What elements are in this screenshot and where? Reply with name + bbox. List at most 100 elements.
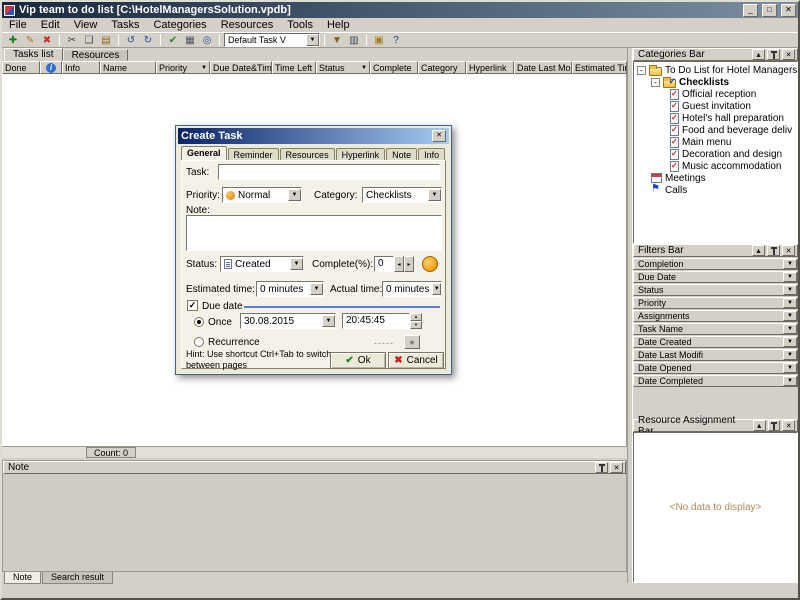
dialog-tab-resources[interactable]: Resources [280, 148, 335, 160]
priority-select[interactable]: Normal [222, 187, 302, 203]
close-icon[interactable] [782, 245, 795, 256]
maximize-button[interactable]: □ [762, 4, 777, 17]
default-task-combo[interactable]: Default Task V [224, 33, 320, 47]
smiley-icon[interactable] [422, 256, 438, 272]
recurrence-radio[interactable] [194, 337, 204, 347]
note-textarea[interactable] [186, 215, 442, 251]
tree-item-root[interactable]: To Do List for Hotel Managers 5 5 [634, 64, 797, 76]
filter-date-created[interactable]: Date Created [633, 336, 798, 348]
undo-icon[interactable]: ↺ [123, 33, 139, 47]
complete-task-icon[interactable]: ✔ [165, 33, 181, 47]
dialog-tab-hyperlink[interactable]: Hyperlink [336, 148, 386, 160]
due-date-checkbox[interactable] [187, 300, 198, 311]
task-input[interactable] [218, 164, 440, 180]
close-icon[interactable] [782, 420, 795, 431]
once-date-select[interactable]: 30.08.2015 [240, 313, 336, 329]
chevron-down-icon[interactable] [783, 285, 797, 295]
filter-assignments[interactable]: Assignments [633, 310, 798, 322]
collapse-icon[interactable] [651, 78, 660, 87]
collapse-icon[interactable] [752, 49, 765, 60]
filter-date-opened[interactable]: Date Opened [633, 362, 798, 374]
filter-date-completed[interactable]: Date Completed [633, 375, 798, 387]
tab-tasks-list[interactable]: Tasks list [4, 48, 63, 61]
close-icon[interactable] [782, 49, 795, 60]
chevron-down-icon[interactable] [783, 298, 797, 308]
tree-item-decoration-and-design[interactable]: Decoration and design [634, 148, 797, 160]
collapse-icon[interactable] [752, 245, 765, 256]
filter-date-last-modified[interactable]: Date Last Modifi [633, 349, 798, 361]
tab-resources[interactable]: Resources [63, 49, 129, 61]
filter-priority[interactable]: Priority [633, 297, 798, 309]
column-hyperlink[interactable]: Hyperlink [466, 61, 514, 74]
chevron-down-icon[interactable] [783, 324, 797, 334]
column-due-date[interactable]: Due Date&Tim▼ [210, 61, 272, 74]
menu-file[interactable]: File [2, 18, 34, 32]
column-complete[interactable]: Complete [370, 61, 418, 74]
dialog-tab-general[interactable]: General [181, 146, 227, 160]
chevron-down-icon[interactable] [288, 189, 301, 201]
once-radio[interactable] [194, 317, 204, 327]
spin-down-icon[interactable]: ▼ [410, 321, 422, 329]
recurrence-settings-icon[interactable]: ◆ [404, 335, 420, 349]
column-category[interactable]: Category [418, 61, 466, 74]
chevron-down-icon[interactable] [783, 311, 797, 321]
tab-note[interactable]: Note [4, 572, 41, 584]
minimize-button[interactable]: _ [743, 4, 758, 17]
chevron-down-icon[interactable] [783, 272, 797, 282]
column-estimated-time[interactable]: Estimated Time [572, 61, 627, 74]
dialog-close-button[interactable]: ✕ [432, 130, 446, 142]
status-select[interactable]: Created [220, 256, 304, 272]
complete-value[interactable]: 0 [374, 256, 394, 272]
ok-button[interactable]: ✔ Ok [330, 352, 386, 369]
find-icon[interactable]: ◎ [199, 33, 215, 47]
chevron-down-icon[interactable] [322, 315, 335, 327]
column-info-icon[interactable]: i [40, 61, 62, 74]
tree-item-food-and-beverage[interactable]: Food and beverage deliv [634, 124, 797, 136]
menu-view[interactable]: View [67, 18, 105, 32]
column-date-last-modified[interactable]: Date Last Mo▼ [514, 61, 572, 74]
collapse-icon[interactable] [753, 420, 766, 431]
cancel-button[interactable]: ✖ Cancel [388, 352, 444, 369]
new-task-icon[interactable]: ✚ [5, 33, 21, 47]
spin-up-icon[interactable]: ▲ [410, 313, 422, 321]
edit-task-icon[interactable]: ✎ [22, 33, 38, 47]
time-spinner[interactable]: ▲▼ [410, 313, 422, 329]
menu-tools[interactable]: Tools [280, 18, 320, 32]
close-button[interactable]: ✕ [781, 4, 796, 17]
chevron-down-icon[interactable] [310, 283, 323, 295]
delete-task-icon[interactable]: ✖ [39, 33, 55, 47]
menu-categories[interactable]: Categories [146, 18, 213, 32]
cut-icon[interactable]: ✂ [64, 33, 80, 47]
tree-item-music-accommodation[interactable]: Music accommodation [634, 160, 797, 172]
menu-resources[interactable]: Resources [214, 18, 281, 32]
once-time-value[interactable]: 20:45:45 [342, 313, 410, 329]
tree-item-guest-invitation[interactable]: Guest invitation [634, 100, 797, 112]
column-time-left[interactable]: Time Left [272, 61, 316, 74]
filter-due-date[interactable]: Due Date [633, 271, 798, 283]
column-priority[interactable]: Priority▼ [156, 61, 210, 74]
filter-completion[interactable]: Completion [633, 258, 798, 270]
increase-icon[interactable]: ▸ [404, 256, 414, 272]
chevron-down-icon[interactable] [290, 258, 303, 270]
filter-task-name[interactable]: Task Name [633, 323, 798, 335]
column-info[interactable]: Info [62, 61, 100, 74]
menu-tasks[interactable]: Tasks [104, 18, 146, 32]
dialog-tab-note[interactable]: Note [386, 148, 417, 160]
chevron-down-icon[interactable] [432, 283, 441, 295]
filter-arrow-icon[interactable]: ▼ [361, 65, 367, 71]
filter-icon[interactable]: ▼ [329, 33, 345, 47]
tree-item-calls[interactable]: Calls [634, 184, 797, 196]
collapse-icon[interactable] [637, 66, 646, 75]
chevron-down-icon[interactable] [428, 189, 441, 201]
tree-item-main-menu[interactable]: Main menu [634, 136, 797, 148]
dialog-titlebar[interactable]: Create Task ✕ [178, 128, 449, 144]
chevron-down-icon[interactable] [783, 350, 797, 360]
copy-icon[interactable]: ❏ [81, 33, 97, 47]
column-name[interactable]: Name [100, 61, 156, 74]
dialog-tab-info[interactable]: Info [418, 148, 445, 160]
columns-icon[interactable]: ▥ [346, 33, 362, 47]
decrease-icon[interactable]: ◂ [394, 256, 404, 272]
chevron-down-icon[interactable] [783, 259, 797, 269]
pin-icon[interactable] [768, 420, 781, 431]
tree-item-official-reception[interactable]: Official reception [634, 88, 797, 100]
